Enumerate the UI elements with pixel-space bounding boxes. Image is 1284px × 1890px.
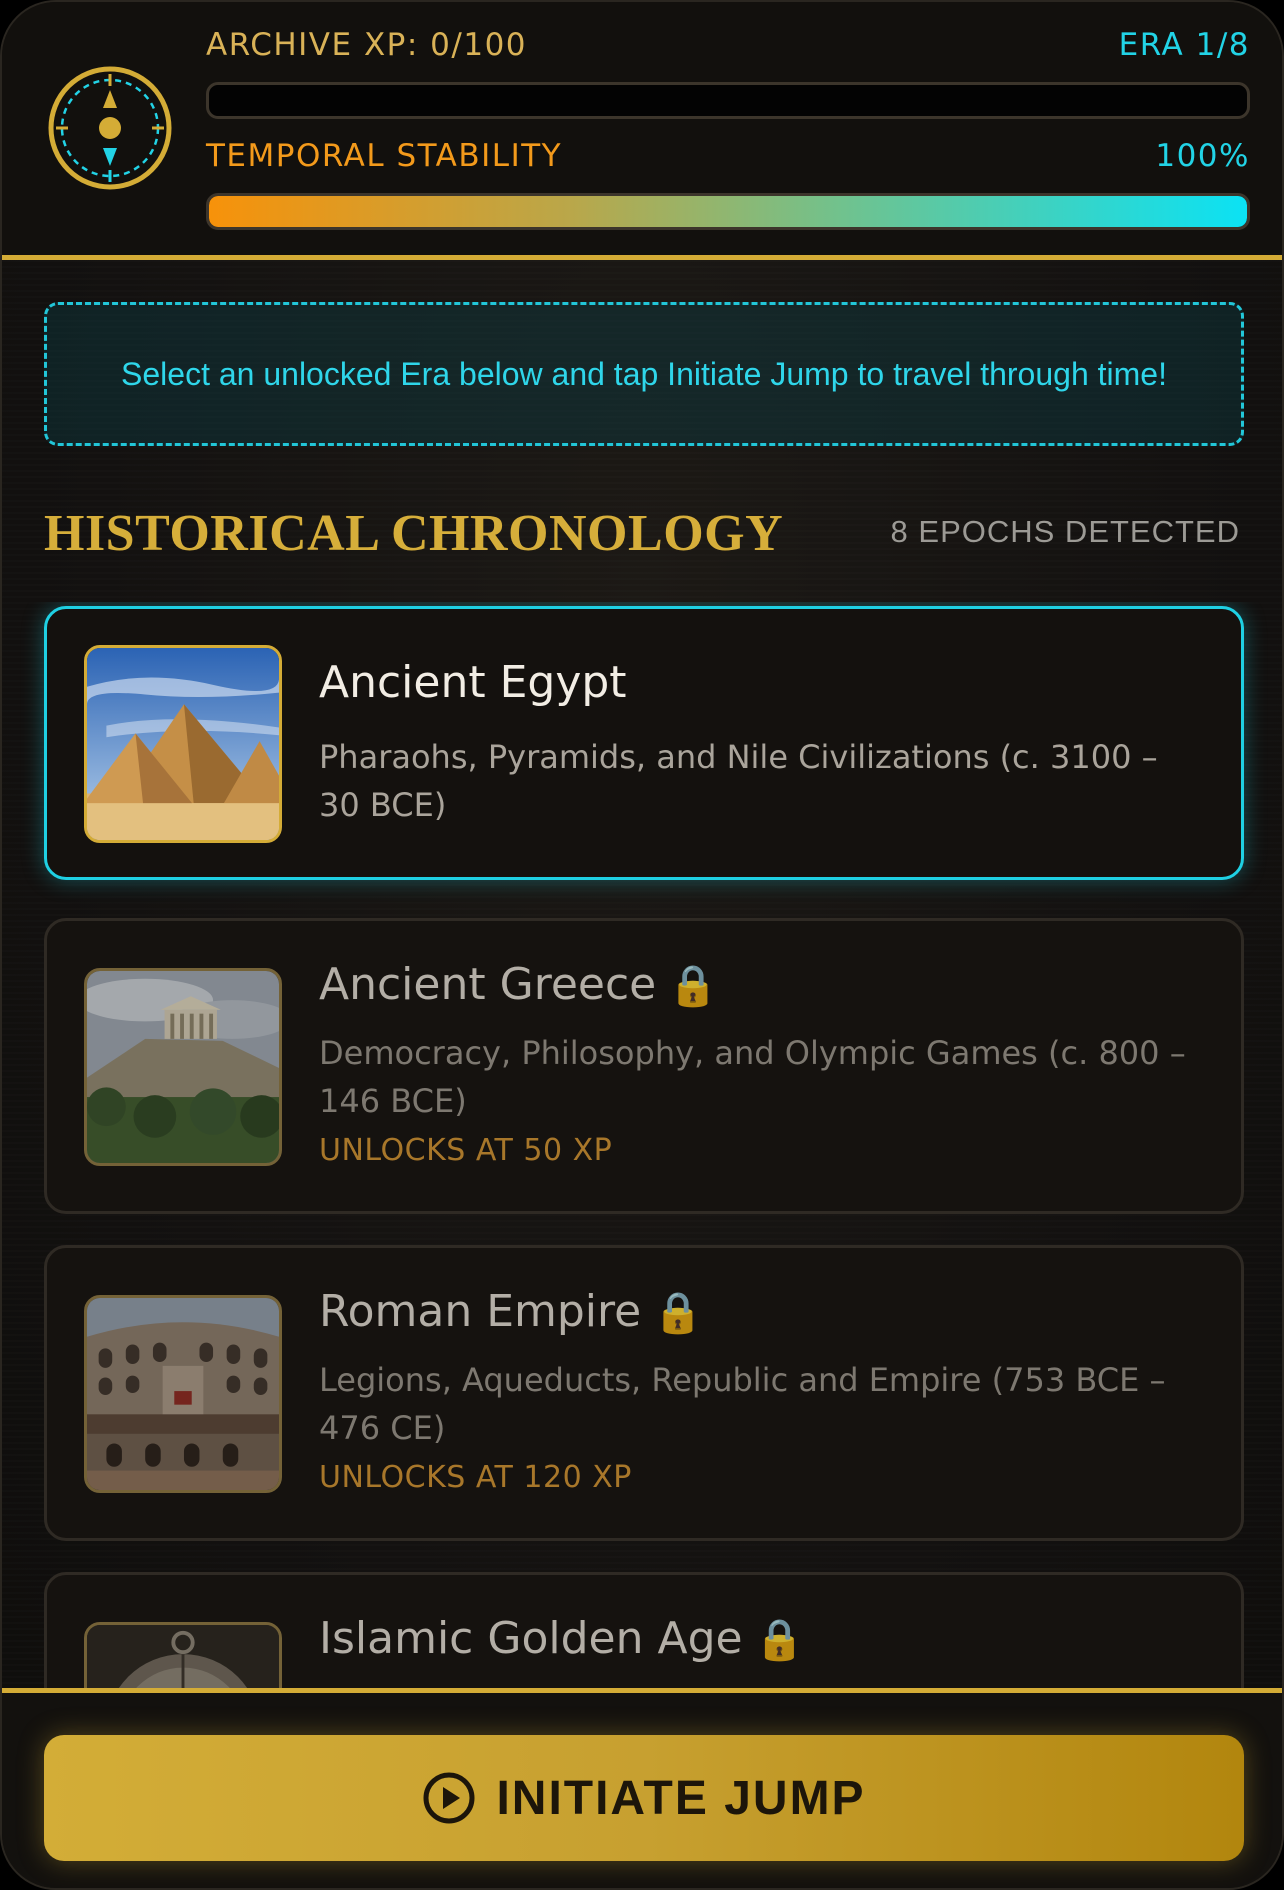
era-name: Roman Empire 🔒 xyxy=(319,1286,703,1337)
ancient-egypt-image xyxy=(84,645,282,843)
era-name-text: Ancient Greece xyxy=(319,959,657,1010)
era-description: Pharaohs, Pyramids, and Nile Civilizatio… xyxy=(319,738,1158,824)
ancient-greece-image xyxy=(84,968,282,1166)
play-circle-icon xyxy=(423,1772,475,1824)
era-card-islamic-golden-age[interactable]: Islamic Golden Age 🔒 xyxy=(44,1572,1244,1688)
islamic-golden-age-image xyxy=(84,1622,282,1688)
era-card-ancient-egypt[interactable]: Ancient Egypt Pharaohs, Pyramids, and Ni… xyxy=(44,606,1244,880)
app-screen: ARCHIVE XP: 0/100 ERA 1/8 TEMPORAL STABI… xyxy=(0,0,1284,1890)
unlock-requirement: UNLOCKS AT 120 XP xyxy=(319,1460,632,1495)
section-title: HISTORICAL CHRONOLOGY xyxy=(44,505,784,562)
era-name: Islamic Golden Age 🔒 xyxy=(319,1613,804,1664)
lock-icon: 🔒 xyxy=(668,963,719,1009)
epoch-count: 8 EPOCHS DETECTED xyxy=(890,514,1240,549)
instruction-hint: Select an unlocked Era below and tap Ini… xyxy=(44,302,1244,446)
stability-progress-fill xyxy=(209,196,1247,227)
colosseum-image xyxy=(87,1298,279,1490)
initiate-jump-label: INITIATE JUMP xyxy=(496,1771,866,1825)
footer-bar: INITIATE JUMP xyxy=(2,1688,1282,1888)
astrolabe-image xyxy=(87,1625,279,1688)
lock-icon: 🔒 xyxy=(653,1290,704,1336)
archive-xp-label: ARCHIVE XP: 0/100 xyxy=(206,27,528,63)
compass-icon xyxy=(48,66,172,190)
era-description: Legions, Aqueducts, Republic and Empire … xyxy=(319,1361,1166,1447)
era-name-text: Roman Empire xyxy=(319,1286,642,1337)
temporal-stability-value: 100% xyxy=(1155,138,1250,174)
era-name: Ancient Greece 🔒 xyxy=(319,959,718,1010)
roman-empire-image xyxy=(84,1295,282,1493)
era-description: Democracy, Philosophy, and Olympic Games… xyxy=(319,1034,1186,1120)
era-card-ancient-greece[interactable]: Ancient Greece 🔒 Democracy, Philosophy, a… xyxy=(44,918,1244,1214)
hud-header: ARCHIVE XP: 0/100 ERA 1/8 TEMPORAL STABI… xyxy=(2,2,1282,260)
era-card-roman-empire[interactable]: Roman Empire 🔒 Legions, Aqueducts, Republ… xyxy=(44,1245,1244,1541)
temporal-stability-label: TEMPORAL STABILITY xyxy=(206,138,563,174)
era-list[interactable]: Ancient Egypt Pharaohs, Pyramids, and Ni… xyxy=(2,602,1282,1688)
initiate-jump-button[interactable]: INITIATE JUMP xyxy=(44,1735,1244,1861)
era-name: Ancient Egypt xyxy=(319,657,627,708)
stability-progress-bar xyxy=(206,193,1250,230)
acropolis-image xyxy=(87,971,279,1163)
xp-progress-bar xyxy=(206,82,1250,119)
era-counter: ERA 1/8 xyxy=(1118,27,1250,63)
lock-icon: 🔒 xyxy=(754,1617,805,1663)
unlock-requirement: UNLOCKS AT 50 XP xyxy=(319,1133,613,1168)
era-name-text: Islamic Golden Age xyxy=(319,1613,743,1664)
pyramids-image xyxy=(87,648,279,840)
